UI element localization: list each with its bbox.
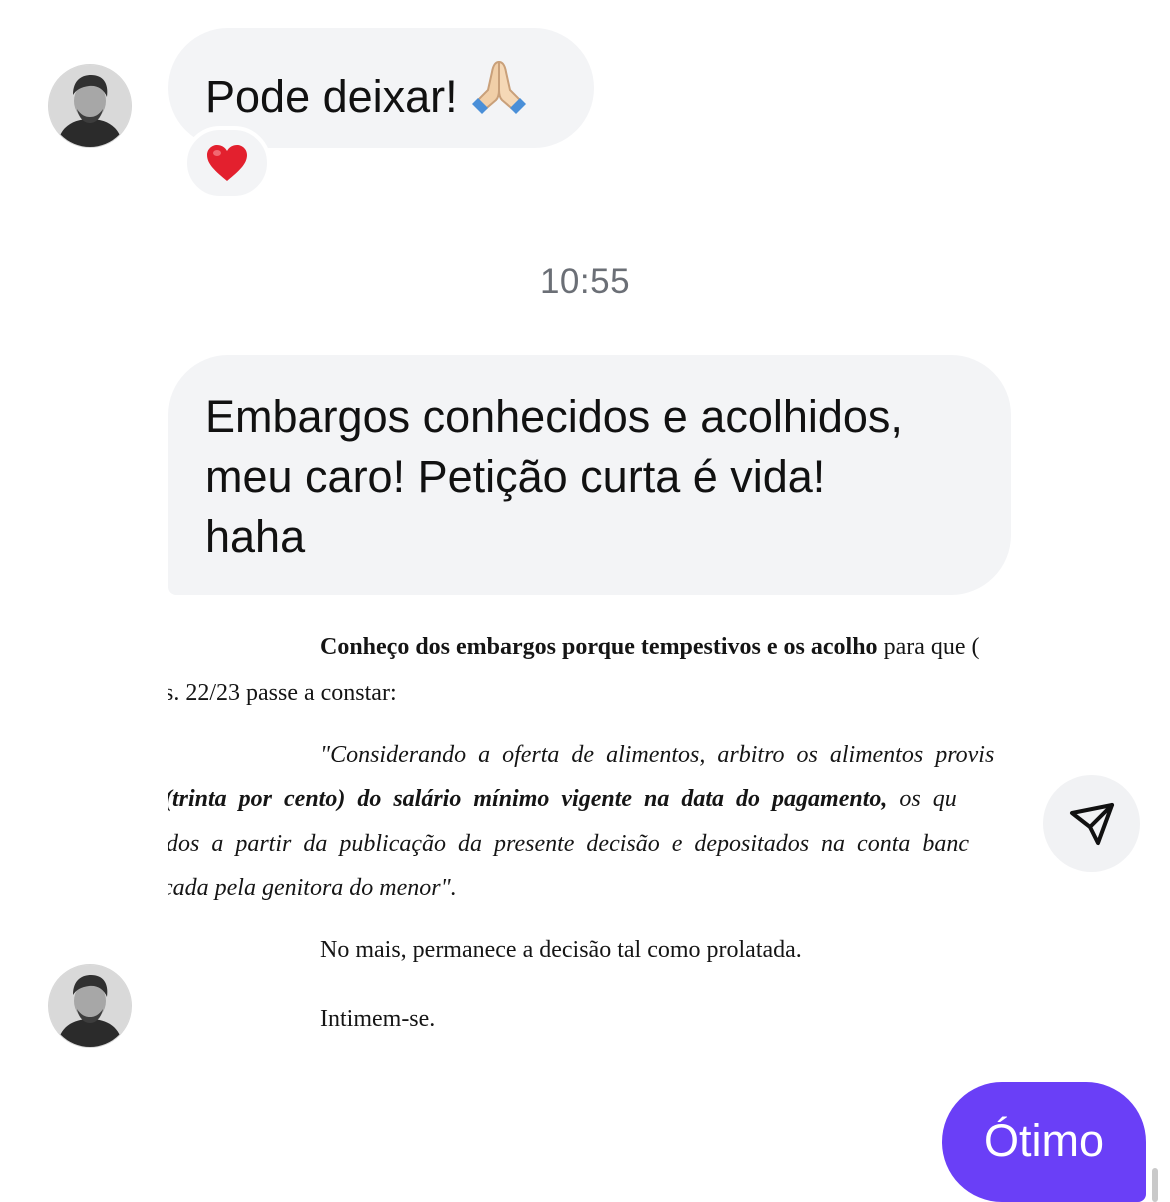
document-line: dos a partir da publicação da presente d… [168, 831, 970, 857]
avatar-photo [49, 65, 131, 147]
message-bubble-incoming[interactable]: Embargos conhecidos e acolhidos, meu car… [168, 355, 1011, 595]
folded-hands-icon [468, 58, 530, 131]
message-text: Pode deixar! [205, 71, 458, 122]
document-line: s. 22/23 passe a constar: [168, 680, 397, 706]
avatar[interactable] [48, 64, 132, 148]
heart-icon [207, 145, 247, 181]
message-text-line: Embargos conhecidos e acolhidos, [205, 391, 903, 442]
send-icon [1069, 802, 1114, 845]
document-line: ((trinta por cento) do salário mínimo vi… [168, 786, 957, 812]
avatar-photo [49, 965, 131, 1047]
message-text: Ótimo [983, 1115, 1104, 1166]
scrollbar-thumb[interactable] [1152, 1168, 1158, 1202]
document-line: cada pela genitora do menor". [168, 875, 457, 901]
message-text-line: meu caro! Petição curta é vida! [205, 451, 826, 502]
document-line: "Considerando a oferta de alimentos, arb… [320, 742, 995, 768]
document-line: No mais, permanece a decisão tal como pr… [320, 937, 802, 963]
document-line: Intimem-se. [320, 1006, 436, 1032]
avatar[interactable] [48, 964, 132, 1048]
message-timestamp: 10:55 [539, 262, 631, 301]
message-text-line: haha [205, 511, 306, 562]
shared-document-image[interactable]: Conheço dos embargos porque tempestivos … [168, 612, 1020, 1052]
document-line: Conheço dos embargos porque tempestivos … [320, 634, 980, 660]
share-button[interactable] [1043, 775, 1140, 872]
message-bubble-outgoing[interactable]: Ótimo [942, 1082, 1146, 1202]
reaction-badge[interactable] [183, 126, 271, 200]
